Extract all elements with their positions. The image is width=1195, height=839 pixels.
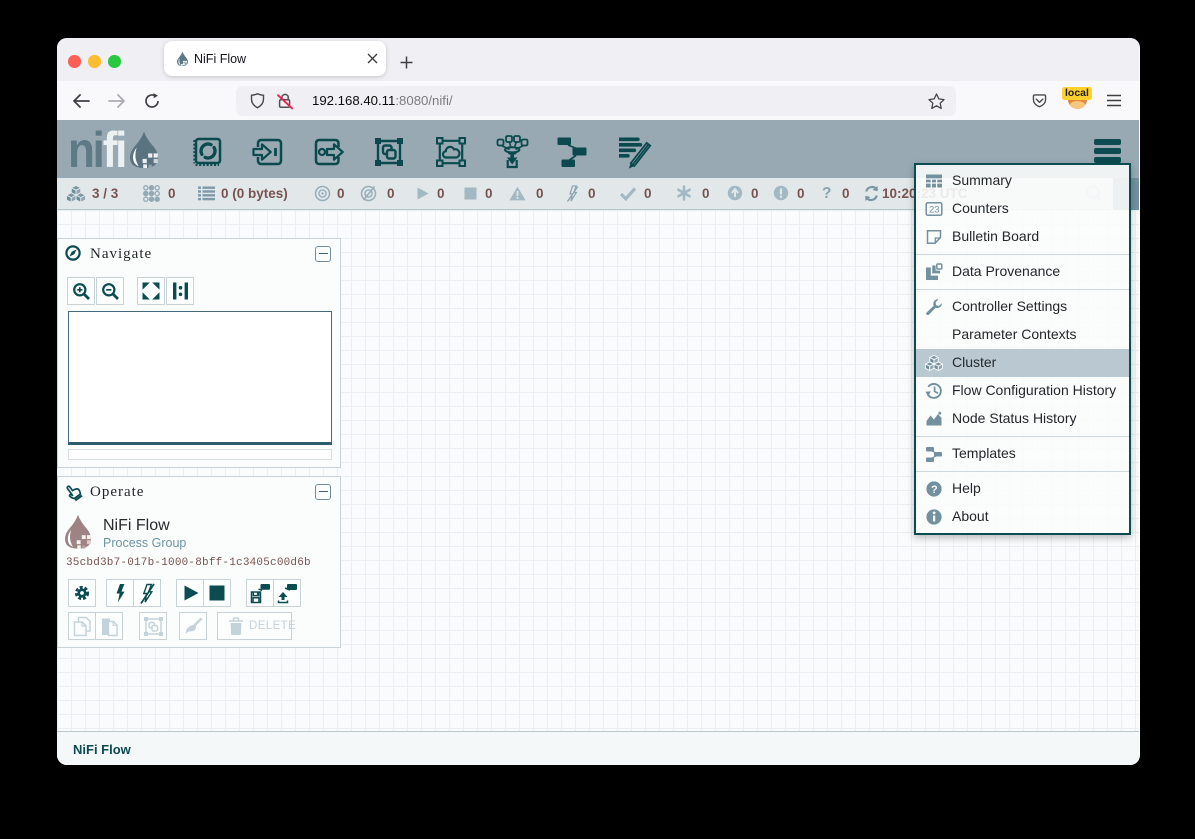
svg-text:?: ?: [931, 484, 938, 496]
svg-text:23: 23: [929, 205, 940, 216]
